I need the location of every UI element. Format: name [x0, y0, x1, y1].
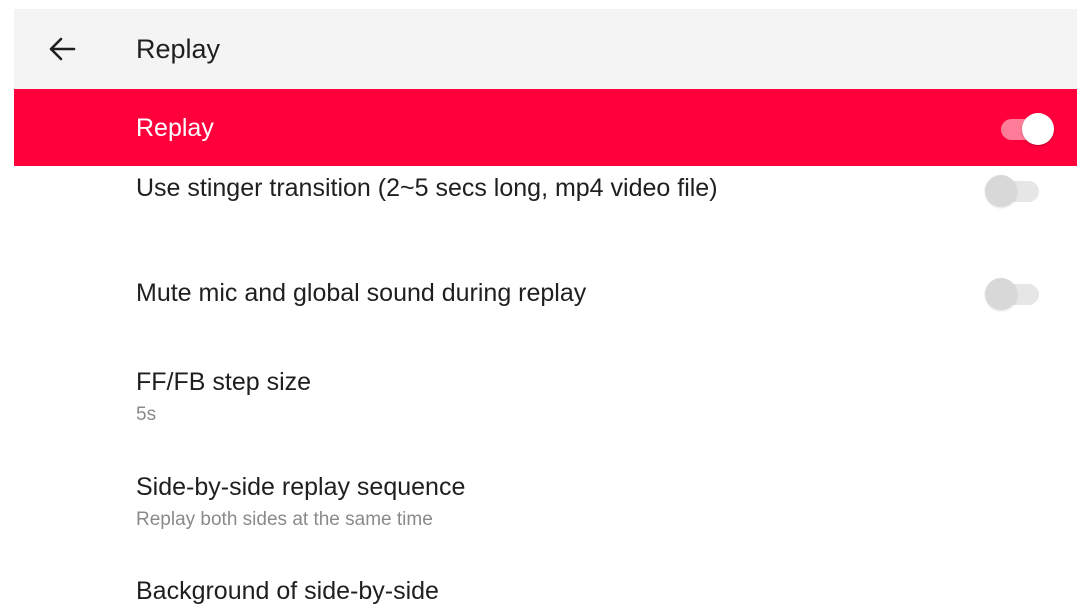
step-size-setting[interactable]: FF/FB step size 5s — [14, 360, 1077, 464]
stinger-transition-setting[interactable]: Use stinger transition (2~5 secs long, m… — [14, 166, 1077, 266]
stinger-transition-title: Use stinger transition (2~5 secs long, m… — [136, 174, 718, 202]
replay-toggle[interactable] — [997, 109, 1055, 147]
stinger-transition-toggle[interactable] — [983, 171, 1041, 209]
sbs-background-title: Background of side-by-side — [136, 577, 439, 605]
page-title: Replay — [136, 34, 221, 64]
mute-mic-setting[interactable]: Mute mic and global sound during replay — [14, 266, 1077, 360]
replay-master-switch-bar[interactable]: Replay — [14, 89, 1077, 166]
mute-mic-title: Mute mic and global sound during replay — [136, 279, 587, 307]
toggle-thumb — [985, 175, 1017, 207]
back-button[interactable] — [44, 31, 80, 67]
sbs-sequence-setting[interactable]: Side-by-side replay sequence Replay both… — [14, 464, 1077, 568]
step-size-value: 5s — [136, 404, 157, 425]
step-size-title: FF/FB step size — [136, 368, 312, 396]
replay-master-label: Replay — [136, 114, 214, 142]
app-bar: Replay — [14, 9, 1077, 89]
sbs-sequence-title: Side-by-side replay sequence — [136, 473, 466, 501]
toggle-thumb — [985, 278, 1017, 310]
sbs-sequence-value: Replay both sides at the same time — [136, 509, 433, 530]
mute-mic-toggle[interactable] — [983, 274, 1041, 312]
toggle-thumb — [1022, 113, 1054, 145]
sbs-background-setting[interactable]: Background of side-by-side — [14, 568, 1077, 609]
replay-settings-screen: Replay Replay Use stinger transition (2~… — [0, 0, 1077, 609]
arrow-left-icon — [49, 37, 76, 61]
